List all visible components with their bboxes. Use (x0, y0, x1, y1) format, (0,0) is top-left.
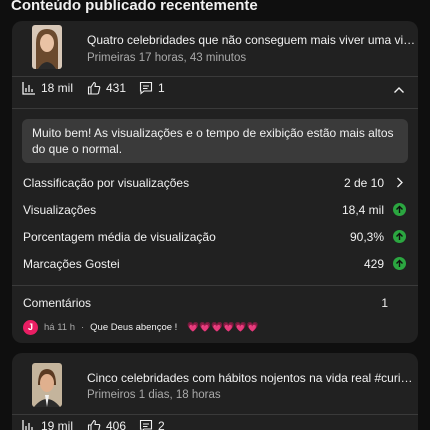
arrow-up-icon (393, 203, 406, 216)
comments-stat: 1 (139, 81, 165, 95)
video-title[interactable]: Quatro celebridades que não conseguem ma… (87, 33, 417, 47)
section-title: Conteúdo publicado recentemente (11, 0, 258, 14)
video-title[interactable]: Cinco celebridades com hábitos nojentos … (87, 371, 417, 385)
video-date: Primeiros 1 dias, 18 horas (87, 389, 221, 401)
divider (12, 76, 418, 77)
metric-avg-percentage: Porcentagem média de visualização 90,3% (23, 230, 406, 248)
video-row[interactable]: Quatro celebridades que não conseguem ma… (22, 25, 417, 69)
divider (12, 108, 418, 109)
comment-icon (139, 419, 153, 430)
views-stat: 19 mil (22, 419, 73, 430)
views-stat: 18 mil (22, 81, 73, 95)
video-thumbnail[interactable] (32, 25, 62, 69)
stats-row: 18 mil 431 1 (22, 81, 408, 101)
comment-separator: · (81, 321, 85, 333)
divider (12, 414, 418, 415)
comments-row[interactable]: Comentários 1 (23, 296, 406, 314)
comment-icon (139, 81, 153, 95)
metric-label: Porcentagem média de visualização (23, 230, 216, 244)
performance-highlight: Muito bem! As visualizações e o tempo de… (22, 119, 408, 163)
metric-label: Marcações Gostei (23, 257, 120, 271)
arrow-up-icon (393, 257, 406, 270)
metric-value: 429 (363, 257, 384, 271)
views-count: 18 mil (41, 81, 74, 95)
comments-count: 2 (158, 419, 165, 430)
divider (12, 285, 418, 286)
comments-count: 1 (158, 81, 165, 95)
arrow-up-icon (393, 230, 406, 243)
thumbs-up-icon (87, 81, 101, 95)
comments-label: Comentários (23, 296, 92, 310)
video-date: Primeiras 17 horas, 43 minutos (87, 52, 247, 64)
latest-comment[interactable]: J há 11 h · Que Deus abençoe ! 💗💗💗💗💗💗 (23, 319, 408, 335)
avatar: J (23, 319, 38, 335)
comments-total: 1 (381, 296, 388, 310)
comment-text: Que Deus abençoe ! (90, 321, 178, 333)
views-count: 19 mil (41, 419, 74, 430)
bar-chart-icon (22, 420, 33, 430)
metric-value: 2 de 10 (343, 176, 384, 190)
comments-stat: 2 (139, 419, 165, 430)
likes-stat: 406 (87, 419, 126, 430)
bar-chart-icon (22, 82, 35, 95)
video-card: Cinco celebridades com hábitos nojentos … (12, 353, 418, 430)
video-row[interactable]: Cinco celebridades com hábitos nojentos … (22, 357, 417, 407)
video-thumbnail[interactable] (32, 363, 62, 407)
chevron-right-icon[interactable] (393, 176, 406, 189)
likes-stat: 431 (87, 81, 126, 95)
stats-row: 19 mil 406 2 (22, 419, 408, 430)
chevron-up-icon[interactable] (392, 83, 406, 97)
metric-views: Visualizações 18,4 mil (23, 203, 406, 221)
likes-count: 431 (106, 81, 127, 95)
metric-label: Classificação por visualizações (23, 176, 190, 190)
metric-label: Visualizações (23, 203, 97, 217)
comment-time: há 11 h (44, 321, 75, 333)
metric-value: 18,4 mil (341, 203, 384, 217)
metric-value: 90,3% (349, 230, 384, 244)
thumbs-up-icon (87, 419, 101, 430)
video-card: Quatro celebridades que não conseguem ma… (12, 21, 418, 343)
metric-likes: Marcações Gostei 429 (23, 257, 406, 275)
metric-ranking[interactable]: Classificação por visualizações 2 de 10 (23, 176, 406, 194)
likes-count: 406 (106, 419, 127, 430)
heart-emoji-icons: 💗💗💗💗💗💗 (187, 321, 259, 333)
